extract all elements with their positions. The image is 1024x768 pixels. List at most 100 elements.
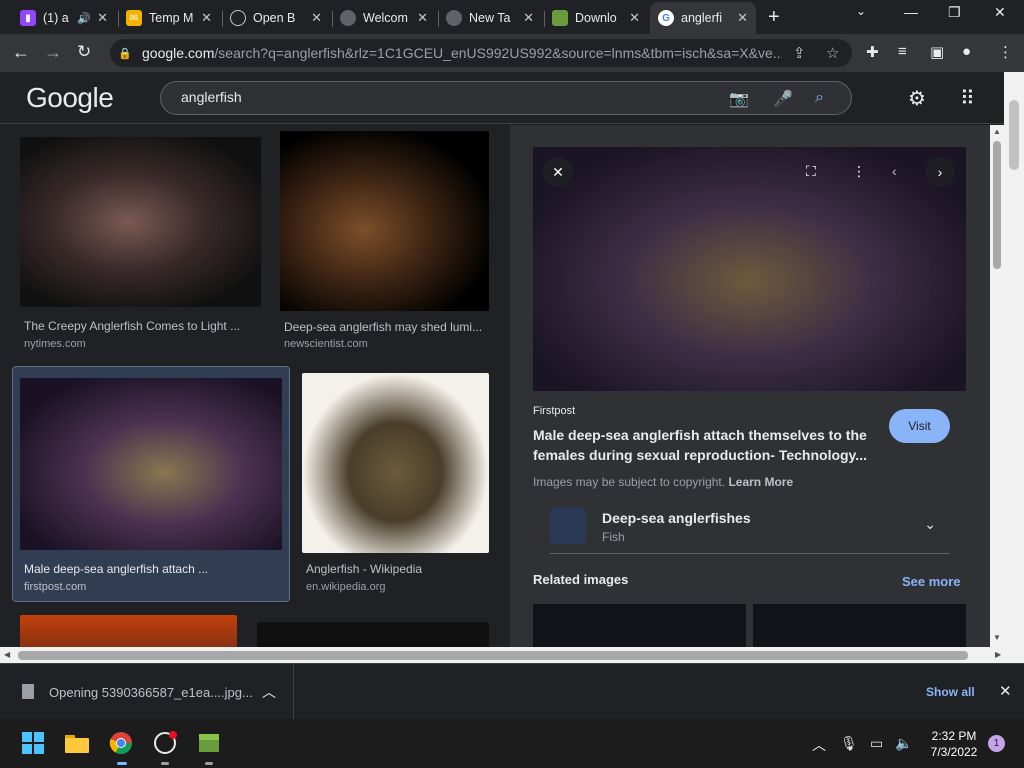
scroll-up-icon[interactable]: ▲ xyxy=(993,127,1001,136)
result-caption[interactable]: Deep-sea anglerfish may shed lumi... xyxy=(284,320,488,334)
knowledge-entity[interactable]: Deep-sea anglerfishes Fish ⌄ xyxy=(550,508,950,554)
close-tab-icon[interactable]: ✕ xyxy=(311,10,322,26)
result-card[interactable]: Deep-sea anglerfish may shed lumi... new… xyxy=(280,131,492,357)
download-item[interactable]: Opening 5390366587_e1ea....jpg... ︿ xyxy=(0,664,294,720)
related-thumbnail[interactable] xyxy=(533,604,746,647)
volume-icon[interactable]: 🔈 xyxy=(895,735,912,752)
scroll-thumb[interactable] xyxy=(18,651,968,660)
extensions-icon[interactable]: ✚ xyxy=(866,43,879,61)
minimize-icon[interactable]: — xyxy=(904,4,918,20)
window-close-icon[interactable]: ✕ xyxy=(994,4,1006,21)
horizontal-scrollbar[interactable]: ◀ ▶ xyxy=(0,647,1024,663)
scroll-down-icon[interactable]: ▼ xyxy=(993,633,1001,642)
system-clock[interactable]: 2:32 PM 7/3/2022 xyxy=(926,728,982,760)
google-logo[interactable]: Google xyxy=(26,82,114,114)
side-panel-icon[interactable]: ▣ xyxy=(930,43,944,61)
result-card-selected[interactable]: Male deep-sea anglerfish attach ... firs… xyxy=(12,366,290,602)
close-tab-icon[interactable]: ✕ xyxy=(737,10,748,26)
result-card[interactable]: The Creepy Anglerfish Comes to Light ...… xyxy=(20,137,262,357)
image-results-grid: The Creepy Anglerfish Comes to Light ...… xyxy=(0,125,510,647)
chrome-icon xyxy=(446,10,462,26)
tab-twitch[interactable]: ▮ (1) a 🔊 ✕ xyxy=(12,4,116,32)
panel-scrollbar[interactable]: ▲ ▼ xyxy=(990,125,1004,647)
forward-icon[interactable]: → xyxy=(44,42,62,63)
result-thumbnail[interactable] xyxy=(20,615,237,647)
microphone-icon[interactable]: 🎤 xyxy=(773,89,793,109)
windows-start-icon[interactable] xyxy=(20,730,46,756)
tab-open-b[interactable]: Open B ✕ xyxy=(222,4,330,32)
file-explorer-icon[interactable] xyxy=(64,730,90,756)
result-thumbnail[interactable] xyxy=(20,378,282,550)
result-thumbnail[interactable] xyxy=(302,373,489,553)
url-text: google.com/search?q=anglerfish&rlz=1C1GC… xyxy=(142,45,782,61)
tab-search-icon[interactable]: ⌄ xyxy=(856,4,866,18)
page-scrollbar[interactable] xyxy=(1004,72,1024,647)
notification-badge[interactable]: 1 xyxy=(988,735,1005,752)
bookmark-star-icon[interactable]: ☆ xyxy=(826,44,839,62)
result-card[interactable]: Anglerfish - Wikipedia en.wikipedia.org xyxy=(302,373,492,595)
file-icon xyxy=(22,684,34,699)
preview-source[interactable]: Firstpost xyxy=(533,405,575,417)
minecraft-taskbar-icon[interactable] xyxy=(196,730,222,756)
chevron-up-icon[interactable]: ︿ xyxy=(262,682,276,702)
openai-taskbar-icon[interactable] xyxy=(152,730,178,756)
search-input[interactable] xyxy=(181,89,701,105)
result-caption[interactable]: Anglerfish - Wikipedia xyxy=(306,562,488,576)
see-more-link[interactable]: See more xyxy=(902,574,961,589)
google-header: Google 📷 🎤 ⌕ ⚙ ⠿ xyxy=(0,72,1010,124)
address-bar[interactable]: 🔒 google.com/search?q=anglerfish&rlz=1C1… xyxy=(110,39,852,67)
restore-icon[interactable]: ❐ xyxy=(948,4,961,21)
camera-icon[interactable]: 📷 xyxy=(729,89,749,109)
chevron-down-icon[interactable]: ⌄ xyxy=(924,516,936,533)
close-tab-icon[interactable]: ✕ xyxy=(201,10,212,26)
preview-title[interactable]: Male deep-sea anglerfish attach themselv… xyxy=(533,425,883,465)
show-all-button[interactable]: Show all xyxy=(926,685,975,699)
scroll-left-icon[interactable]: ◀ xyxy=(4,650,10,659)
learn-more-link[interactable]: Learn More xyxy=(728,475,793,489)
result-thumbnail[interactable] xyxy=(280,131,489,311)
scroll-thumb[interactable] xyxy=(993,141,1001,269)
tab-new-tab[interactable]: New Ta ✕ xyxy=(438,4,542,32)
apps-grid-icon[interactable]: ⠿ xyxy=(960,86,975,111)
close-download-bar-icon[interactable]: ✕ xyxy=(999,682,1012,700)
related-thumbnail[interactable] xyxy=(753,604,966,647)
menu-icon[interactable]: ⋮ xyxy=(998,43,1013,61)
tab-welcome[interactable]: Welcom ✕ xyxy=(332,4,436,32)
new-tab-button[interactable]: + xyxy=(768,6,780,29)
network-icon[interactable]: ▭ xyxy=(870,735,883,752)
media-control-icon[interactable]: ≡ xyxy=(898,43,907,60)
lens-search-icon[interactable]: ⛶ xyxy=(806,163,816,180)
microphone-tray-icon[interactable]: 🎙 xyxy=(840,735,858,752)
settings-gear-icon[interactable]: ⚙ xyxy=(908,86,926,111)
profile-icon[interactable]: ● xyxy=(962,43,971,60)
tab-download[interactable]: Downlo ✕ xyxy=(544,4,648,32)
result-site: firstpost.com xyxy=(24,581,87,593)
tab-temp-mail[interactable]: ✉ Temp M ✕ xyxy=(118,4,220,32)
close-tab-icon[interactable]: ✕ xyxy=(417,10,428,26)
close-tab-icon[interactable]: ✕ xyxy=(523,10,534,26)
result-thumbnail[interactable] xyxy=(20,137,261,307)
tab-anglerfish[interactable]: G anglerfi ✕ xyxy=(650,2,756,34)
scroll-thumb[interactable] xyxy=(1009,100,1019,170)
close-tab-icon[interactable]: ✕ xyxy=(97,10,108,26)
close-preview-icon[interactable]: ✕ xyxy=(543,157,573,187)
search-icon[interactable]: ⌕ xyxy=(815,89,824,107)
next-icon[interactable]: › xyxy=(925,157,955,187)
scroll-right-icon[interactable]: ▶ xyxy=(995,650,1001,659)
previous-icon[interactable]: ‹ xyxy=(892,163,897,179)
back-icon[interactable]: ← xyxy=(12,42,30,63)
share-icon[interactable]: ⇪ xyxy=(793,44,806,62)
close-tab-icon[interactable]: ✕ xyxy=(629,10,640,26)
result-caption[interactable]: The Creepy Anglerfish Comes to Light ... xyxy=(24,319,260,333)
speaker-icon[interactable]: 🔊 xyxy=(77,12,91,25)
result-caption[interactable]: Male deep-sea anglerfish attach ... xyxy=(24,562,280,576)
more-options-icon[interactable]: ⋮ xyxy=(852,163,866,180)
chrome-taskbar-icon[interactable] xyxy=(108,730,134,756)
visit-button[interactable]: Visit xyxy=(889,409,950,443)
preview-image[interactable] xyxy=(533,147,966,391)
tab-strip: ▮ (1) a 🔊 ✕ ✉ Temp M ✕ Open B ✕ Welcom ✕… xyxy=(0,0,1024,34)
tray-overflow-icon[interactable]: ︿ xyxy=(812,735,826,755)
related-images-heading: Related images xyxy=(533,572,629,587)
reload-icon[interactable]: ↻ xyxy=(77,42,91,62)
result-thumbnail[interactable] xyxy=(257,622,489,647)
